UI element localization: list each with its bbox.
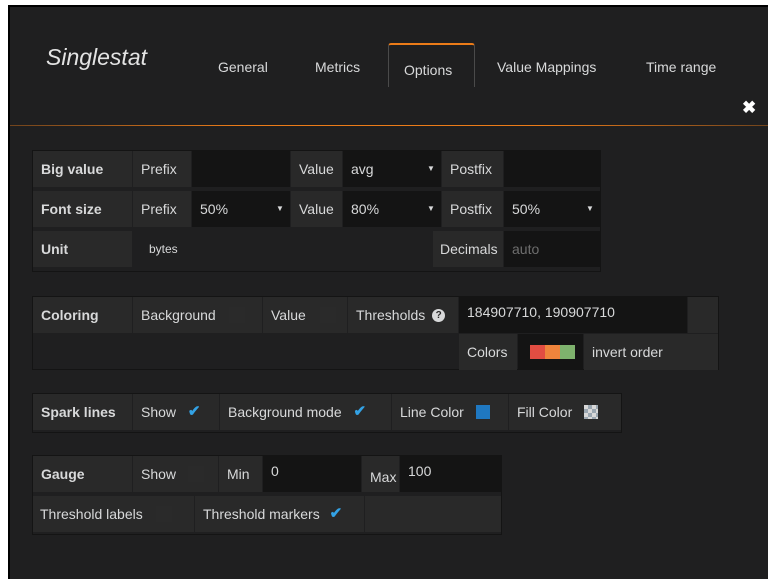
fill-color-swatch[interactable] bbox=[584, 405, 599, 420]
gauge-min-label: Min bbox=[219, 456, 262, 492]
decimals-input[interactable]: auto bbox=[504, 231, 600, 267]
threshold-color-red[interactable] bbox=[530, 345, 545, 360]
font-size-postfix-selected: 50% bbox=[512, 201, 541, 217]
unit-label: Unit bbox=[33, 231, 132, 267]
tab-value-mappings[interactable]: Value Mappings bbox=[497, 59, 596, 75]
gauge-max-label: Max bbox=[362, 456, 399, 492]
coloring-value-label: Value bbox=[271, 307, 306, 323]
font-size-postfix-label: Postfix bbox=[442, 191, 503, 227]
coloring-background-label: Background bbox=[141, 307, 216, 323]
font-size-label: Font size bbox=[33, 191, 132, 227]
big-value-value-label: Value bbox=[291, 151, 342, 187]
decimals-label: Decimals bbox=[433, 231, 503, 267]
fill-color-label: Fill Color bbox=[517, 404, 573, 420]
spark-lines-label: Spark lines bbox=[33, 394, 132, 430]
big-value-label: Big value bbox=[33, 151, 132, 187]
threshold-labels-checkbox[interactable] bbox=[155, 506, 172, 523]
coloring-value-toggle[interactable]: Value bbox=[263, 297, 347, 333]
gauge-min-input[interactable]: 0 bbox=[263, 456, 361, 492]
tab-metrics[interactable]: Metrics bbox=[315, 59, 360, 75]
threshold-color-orange[interactable] bbox=[545, 345, 560, 360]
line-color-cell: Line Color bbox=[392, 394, 508, 430]
font-size-prefix-select[interactable]: 50% ▼ bbox=[192, 191, 290, 227]
gauge-spacer bbox=[365, 496, 501, 532]
checkmark-icon[interactable]: ✔ bbox=[188, 404, 204, 420]
background-mode-label: Background mode bbox=[228, 404, 342, 420]
threshold-labels-label: Threshold labels bbox=[40, 506, 143, 522]
font-size-prefix-selected: 50% bbox=[200, 201, 229, 217]
spark-show-label: Show bbox=[141, 404, 177, 420]
tab-options[interactable]: Options bbox=[404, 62, 452, 78]
help-icon[interactable]: ? bbox=[432, 308, 446, 322]
thresholds-label: Thresholds bbox=[356, 307, 426, 323]
coloring-background-checkbox[interactable] bbox=[228, 307, 245, 324]
close-icon[interactable]: ✖ bbox=[742, 98, 756, 118]
big-value-value-selected: avg bbox=[351, 161, 374, 177]
chevron-down-icon: ▼ bbox=[586, 204, 594, 213]
gauge-show-toggle[interactable]: Show bbox=[133, 456, 218, 492]
threshold-markers-label: Threshold markers bbox=[203, 506, 320, 522]
font-size-prefix-label: Prefix bbox=[133, 191, 191, 227]
invert-order-button[interactable]: invert order bbox=[584, 334, 718, 370]
font-size-value-label: Value bbox=[291, 191, 342, 227]
fill-color-cell: Fill Color bbox=[509, 394, 621, 430]
font-size-postfix-select[interactable]: 50% ▼ bbox=[504, 191, 600, 227]
line-color-swatch[interactable] bbox=[475, 405, 490, 420]
threshold-markers-toggle[interactable]: Threshold markers ✔ bbox=[195, 496, 364, 532]
gauge-show-checkbox[interactable] bbox=[187, 466, 204, 483]
chevron-down-icon: ▼ bbox=[427, 204, 435, 213]
chevron-down-icon: ▼ bbox=[276, 204, 284, 213]
coloring-background-toggle[interactable]: Background bbox=[133, 297, 262, 333]
font-size-value-selected: 80% bbox=[351, 201, 380, 217]
background-mode-toggle[interactable]: Background mode ✔ bbox=[220, 394, 391, 430]
tab-time-range[interactable]: Time range bbox=[646, 59, 716, 75]
thresholds-label-cell: Thresholds ? bbox=[348, 297, 458, 333]
gauge-show-label: Show bbox=[141, 466, 177, 482]
editor-title: Singlestat bbox=[46, 44, 148, 70]
line-color-label: Line Color bbox=[400, 404, 464, 420]
header-separator bbox=[10, 125, 768, 126]
gauge-max-input[interactable]: 100 bbox=[400, 456, 501, 492]
coloring-spacer bbox=[688, 297, 718, 333]
coloring-label: Coloring bbox=[33, 297, 132, 333]
spark-show-toggle[interactable]: Show ✔ bbox=[133, 394, 219, 430]
thresholds-input[interactable]: 184907710, 190907710 bbox=[459, 297, 687, 333]
panel-editor: Singlestat General Metrics Options Value… bbox=[8, 5, 768, 579]
unit-picker[interactable]: bytes bbox=[133, 231, 432, 267]
threshold-labels-toggle[interactable]: Threshold labels bbox=[33, 496, 194, 532]
threshold-color-green[interactable] bbox=[560, 345, 575, 360]
chevron-down-icon: ▼ bbox=[427, 164, 435, 173]
big-value-prefix-input[interactable] bbox=[192, 151, 290, 187]
checkmark-icon[interactable]: ✔ bbox=[354, 404, 370, 420]
font-size-value-select[interactable]: 80% ▼ bbox=[343, 191, 441, 227]
big-value-postfix-input[interactable] bbox=[504, 151, 600, 187]
colors-label: Colors bbox=[459, 334, 517, 370]
coloring-value-checkbox[interactable] bbox=[319, 307, 336, 324]
gauge-label: Gauge bbox=[33, 456, 132, 492]
checkmark-icon[interactable]: ✔ bbox=[330, 506, 346, 522]
big-value-postfix-label: Postfix bbox=[442, 151, 503, 187]
threshold-colors-picker[interactable] bbox=[518, 334, 583, 370]
big-value-prefix-label: Prefix bbox=[133, 151, 191, 187]
tab-general[interactable]: General bbox=[218, 59, 268, 75]
big-value-value-select[interactable]: avg ▼ bbox=[343, 151, 441, 187]
